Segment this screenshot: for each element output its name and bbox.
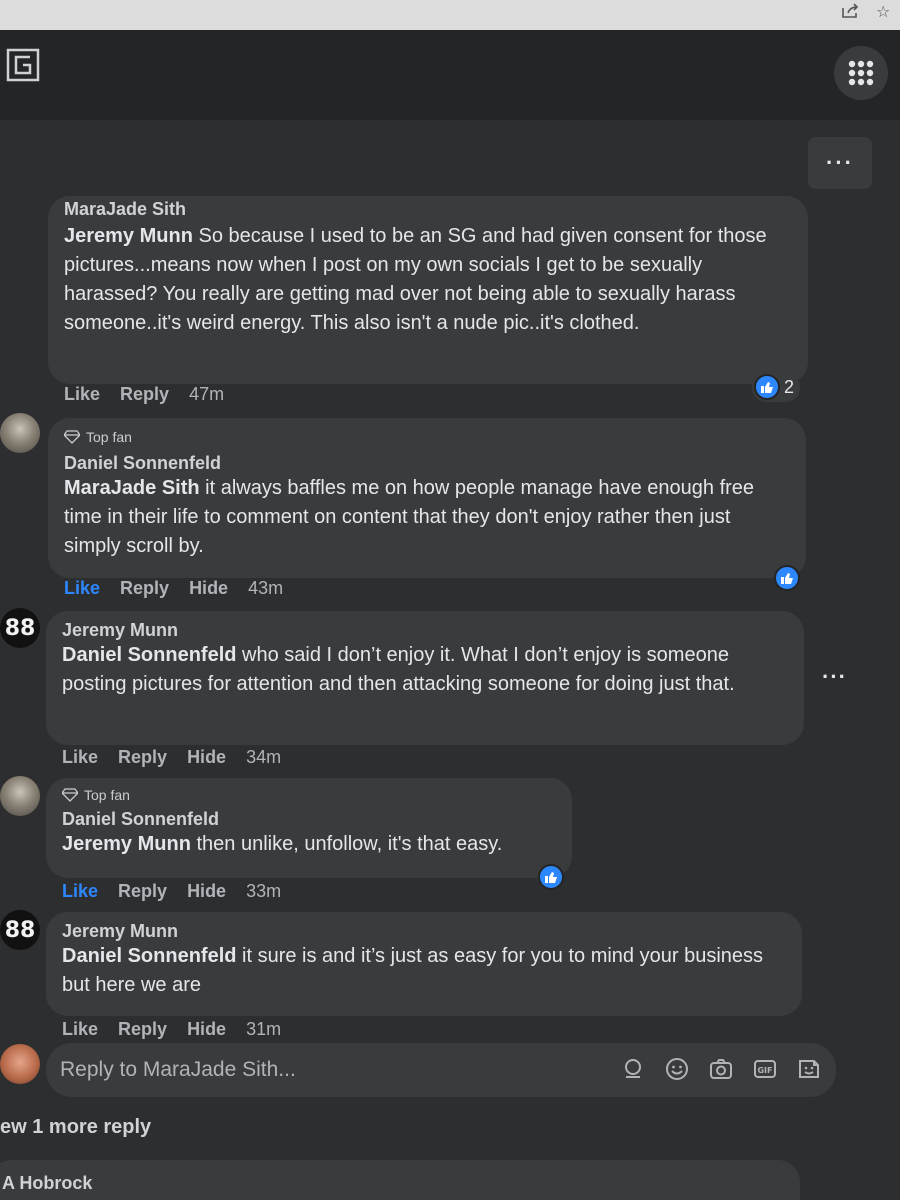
like-button[interactable]: Like (64, 384, 100, 405)
comment-author[interactable]: Jeremy Munn (62, 619, 788, 641)
hide-button[interactable]: Hide (187, 747, 226, 768)
comment-text: Jeremy Munn then unlike, unfollow, it's … (62, 833, 503, 855)
current-user-avatar[interactable] (0, 1044, 40, 1084)
comment-bubble: Top fan Daniel Sonnenfeld MaraJade Sith … (48, 418, 806, 578)
grid-menu-icon (848, 60, 874, 86)
like-button[interactable]: Like (62, 881, 98, 902)
like-reaction-icon[interactable] (538, 864, 564, 890)
comment-text: Daniel Sonnenfeld who said I don’t enjoy… (62, 644, 735, 695)
reply-button[interactable]: Reply (120, 384, 169, 405)
diamond-icon (62, 788, 78, 802)
hide-button[interactable]: Hide (187, 1019, 226, 1040)
gaming-logo-icon[interactable] (6, 48, 40, 82)
like-button[interactable]: Like (64, 578, 100, 599)
comment-actions: Like Reply Hide 31m (62, 1019, 281, 1040)
comment-actions: Like Reply Hide 33m (62, 881, 281, 902)
like-button[interactable]: Like (62, 747, 98, 768)
composer-tools: GIF (620, 1056, 822, 1082)
avatar[interactable]: 88 (0, 910, 40, 950)
diamond-icon (64, 430, 80, 444)
comment-timestamp[interactable]: 47m (189, 384, 224, 405)
top-navigation-bar (0, 30, 900, 120)
comment-bubble (0, 1160, 800, 1200)
top-fan-badge: Top fan (62, 786, 556, 804)
avatar[interactable]: 88 (0, 608, 40, 648)
post-options-button[interactable]: ··· (808, 137, 872, 189)
reply-button[interactable]: Reply (120, 578, 169, 599)
reaction-summary[interactable]: 2 (752, 372, 801, 402)
browser-toolbar: ☆ (0, 0, 900, 30)
comment-bubble: MaraJade Sith Jeremy Munn So because I u… (48, 196, 808, 384)
reply-button[interactable]: Reply (118, 747, 167, 768)
like-button[interactable]: Like (62, 1019, 98, 1040)
comment-timestamp[interactable]: 33m (246, 881, 281, 902)
hide-button[interactable]: Hide (189, 578, 228, 599)
mention-link[interactable]: MaraJade Sith (64, 477, 200, 499)
comment-author[interactable]: Jeremy Munn (62, 920, 786, 942)
top-fan-badge: Top fan (64, 428, 790, 446)
comment-timestamp[interactable]: 43m (248, 578, 283, 599)
comment-text: Jeremy Munn So because I used to be an S… (64, 225, 767, 334)
reaction-count: 2 (784, 376, 795, 397)
apps-menu-button[interactable] (834, 46, 888, 100)
mention-link[interactable]: Daniel Sonnenfeld (62, 644, 236, 666)
reply-button[interactable]: Reply (118, 1019, 167, 1040)
comment-actions: Like Reply Hide 34m (62, 747, 281, 768)
comment-actions: Like Reply Hide 43m (64, 578, 283, 599)
mention-link[interactable]: Jeremy Munn (64, 225, 193, 247)
gif-icon[interactable]: GIF (752, 1056, 778, 1082)
comment-author[interactable]: MaraJade Sith (64, 198, 792, 220)
like-reaction-icon[interactable] (774, 565, 800, 591)
reply-composer: GIF (46, 1043, 836, 1097)
comment-bubble: Jeremy Munn Daniel Sonnenfeld who said I… (46, 611, 804, 745)
comment-bubble: Top fan Daniel Sonnenfeld Jeremy Munn th… (46, 778, 572, 878)
comment-timestamp[interactable]: 31m (246, 1019, 281, 1040)
hide-button[interactable]: Hide (187, 881, 226, 902)
avatar[interactable] (0, 413, 40, 453)
reply-input[interactable] (60, 1043, 620, 1097)
camera-icon[interactable] (708, 1056, 734, 1082)
like-reaction-icon (754, 374, 780, 400)
comment-text: Daniel Sonnenfeld it sure is and it’s ju… (62, 945, 764, 996)
svg-text:GIF: GIF (757, 1066, 772, 1075)
share-icon[interactable] (840, 2, 860, 20)
comment-bubble: Jeremy Munn Daniel Sonnenfeld it sure is… (46, 912, 802, 1016)
comment-timestamp[interactable]: 34m (246, 747, 281, 768)
favorite-star-icon[interactable]: ☆ (876, 2, 894, 21)
mention-link[interactable]: Daniel Sonnenfeld (62, 945, 236, 967)
comment-text: MaraJade Sith it always baffles me on ho… (64, 477, 755, 557)
sticker-icon[interactable] (796, 1056, 822, 1082)
comment-actions: Like Reply 47m (64, 384, 224, 405)
avatar[interactable] (0, 776, 40, 816)
mention-link[interactable]: Jeremy Munn (62, 833, 191, 855)
view-more-replies-link[interactable]: ew 1 more reply (0, 1116, 151, 1139)
comment-author[interactable]: A Hobrock (2, 1173, 92, 1194)
emoji-icon[interactable] (664, 1056, 690, 1082)
reply-button[interactable]: Reply (118, 881, 167, 902)
comment-author[interactable]: Daniel Sonnenfeld (64, 452, 790, 474)
comment-author[interactable]: Daniel Sonnenfeld (62, 808, 556, 830)
comment-options-button[interactable]: ··· (822, 664, 847, 690)
avatar-sticker-icon[interactable] (620, 1056, 646, 1082)
